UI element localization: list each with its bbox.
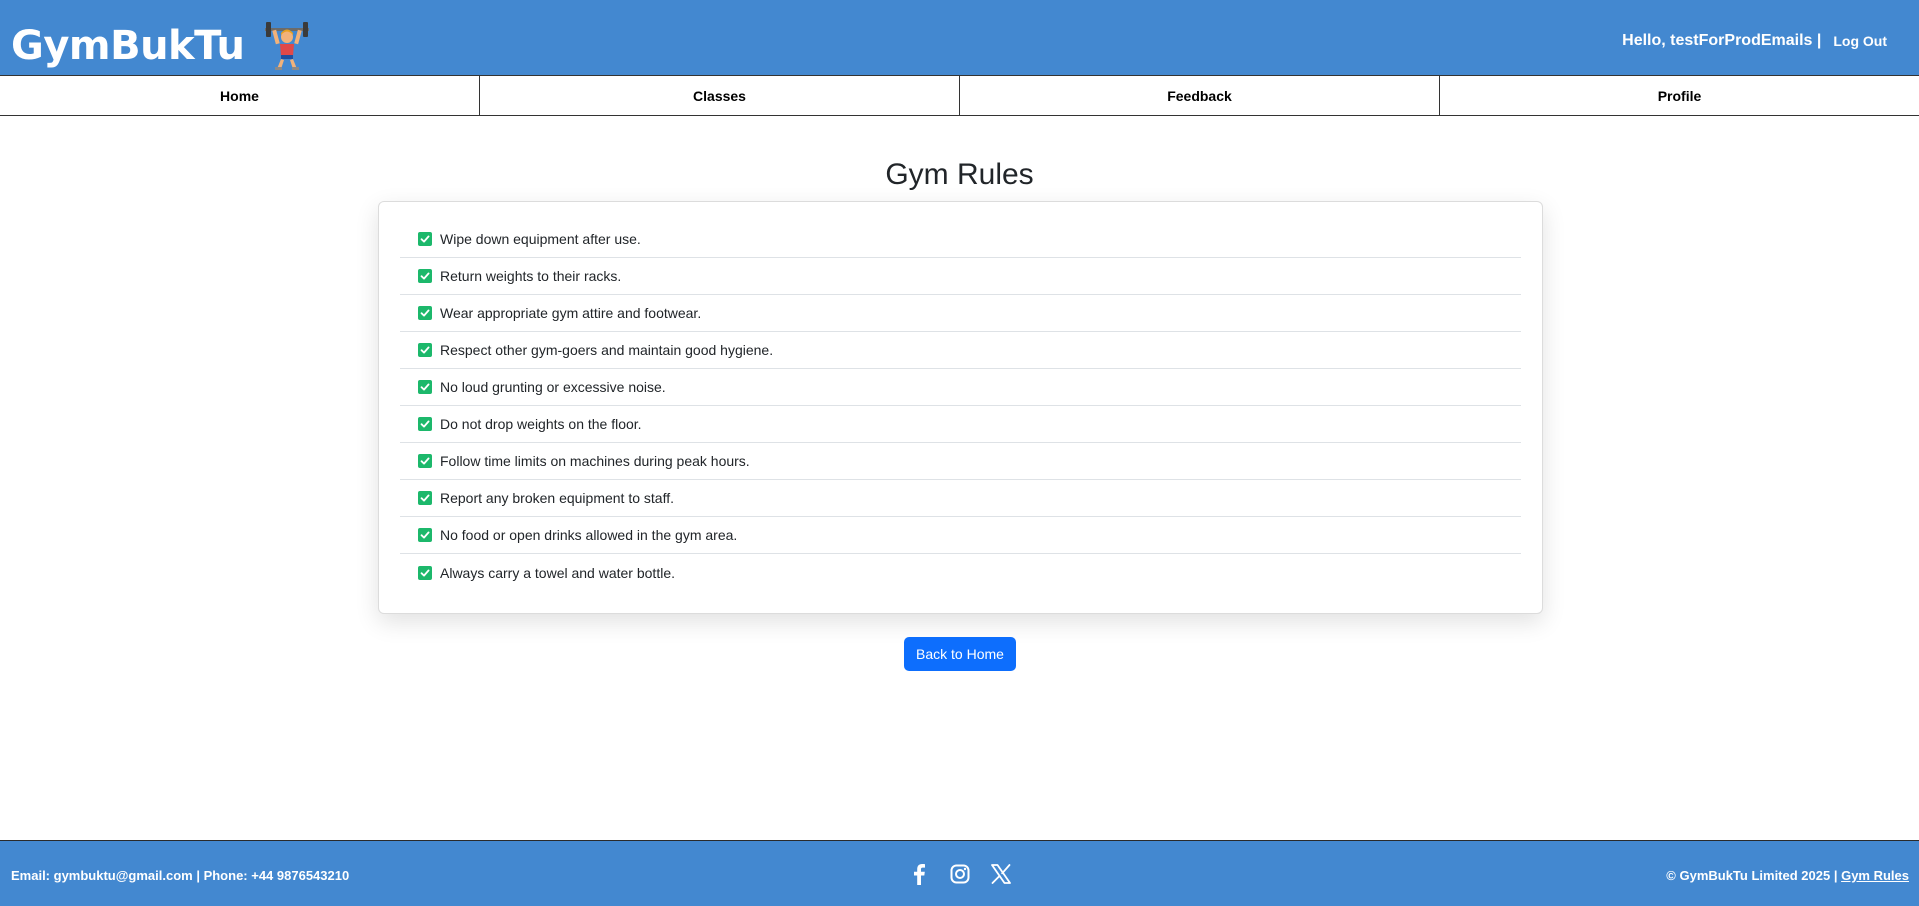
checkbox-checked-icon	[418, 232, 432, 246]
rule-text: Return weights to their racks.	[440, 268, 622, 284]
rule-item: Return weights to their racks.	[400, 258, 1521, 295]
checkbox-checked-icon	[418, 565, 432, 580]
user-area: Hello, testForProdEmails | Log Out	[1622, 32, 1887, 50]
back-to-home-button[interactable]: Back to Home	[904, 637, 1016, 671]
user-greeting: Hello, testForProdEmails |	[1622, 32, 1822, 49]
checkbox-checked-icon	[418, 417, 432, 431]
rule-item: Wipe down equipment after use.	[400, 221, 1521, 258]
rule-text: Always carry a towel and water bottle.	[440, 564, 675, 581]
rule-text: Follow time limits on machines during pe…	[440, 453, 750, 469]
rule-item: No loud grunting or excessive noise.	[400, 369, 1521, 406]
rules-card: Wipe down equipment after use. Return we…	[378, 201, 1543, 614]
checkbox-checked-icon	[418, 454, 432, 468]
brand-name: GymBukTu	[11, 23, 245, 69]
gym-rules-link[interactable]: Gym Rules	[1841, 868, 1909, 883]
rule-item: Do not drop weights on the floor.	[400, 406, 1521, 443]
rule-item: Report any broken equipment to staff.	[400, 480, 1521, 517]
checkbox-checked-icon	[418, 491, 432, 505]
checkbox-checked-icon	[418, 528, 432, 542]
footer-copyright: © GymBukTu Limited 2025 | Gym Rules	[1666, 868, 1909, 883]
logout-link[interactable]: Log Out	[1833, 33, 1887, 49]
checkbox-checked-icon	[418, 380, 432, 394]
nav-item-home[interactable]: Home	[0, 76, 480, 115]
rule-text: Do not drop weights on the floor.	[440, 416, 642, 432]
footer-contact: Email: gymbuktu@gmail.com | Phone: +44 9…	[11, 868, 350, 883]
facebook-icon[interactable]	[908, 863, 930, 885]
rule-item: Respect other gym-goers and maintain goo…	[400, 332, 1521, 369]
x-icon[interactable]	[990, 863, 1012, 885]
page-title: Gym Rules	[885, 158, 1034, 191]
rule-text: Report any broken equipment to staff.	[440, 490, 674, 506]
rule-text: No food or open drinks allowed in the gy…	[440, 527, 738, 543]
footer: Email: gymbuktu@gmail.com | Phone: +44 9…	[0, 840, 1919, 906]
weightlifter-icon	[264, 22, 309, 70]
rule-item: Follow time limits on machines during pe…	[400, 443, 1521, 480]
copyright-text: © GymBukTu Limited 2025 |	[1666, 868, 1842, 883]
nav-item-profile[interactable]: Profile	[1440, 76, 1919, 115]
rule-text: Wipe down equipment after use.	[440, 231, 641, 247]
checkbox-checked-icon	[418, 343, 432, 357]
rule-text: Wear appropriate gym attire and footwear…	[440, 305, 702, 321]
nav-item-feedback[interactable]: Feedback	[960, 76, 1440, 115]
checkbox-checked-icon	[418, 306, 432, 320]
social-links	[908, 863, 1012, 885]
rule-text: No loud grunting or excessive noise.	[440, 379, 666, 395]
checkbox-checked-icon	[418, 269, 432, 283]
brand[interactable]: GymBukTu	[11, 18, 309, 74]
nav-item-classes[interactable]: Classes	[480, 76, 960, 115]
header: GymBukTu Hello, testForProdEmails | Log …	[0, 0, 1919, 75]
instagram-icon[interactable]	[949, 863, 971, 885]
main-nav: Home Classes Feedback Profile	[0, 75, 1919, 116]
rule-item: Wear appropriate gym attire and footwear…	[400, 295, 1521, 332]
rule-text: Respect other gym-goers and maintain goo…	[440, 342, 774, 358]
rule-item: No food or open drinks allowed in the gy…	[400, 517, 1521, 554]
rule-item: Always carry a towel and water bottle.	[400, 554, 1521, 591]
